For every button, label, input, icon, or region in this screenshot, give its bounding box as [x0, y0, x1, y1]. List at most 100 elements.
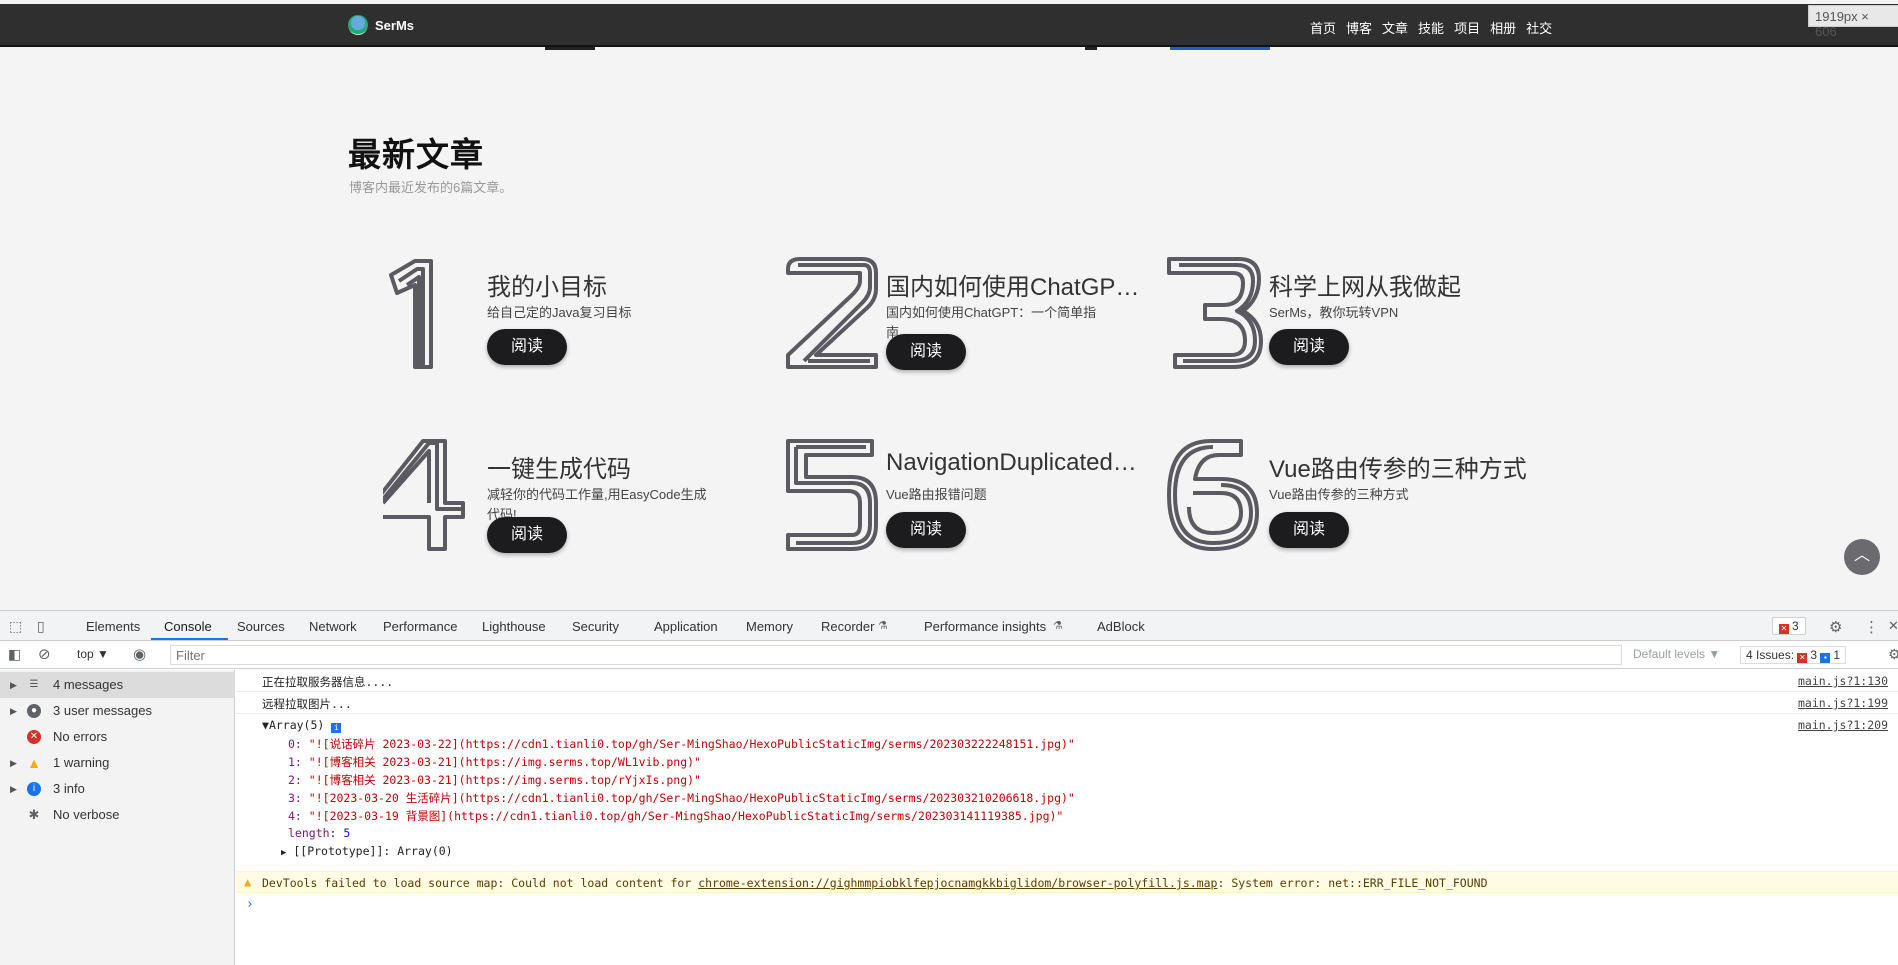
sidebar-item-label: 3 user messages — [53, 703, 152, 718]
source-link[interactable]: main.js?1:199 — [1798, 696, 1888, 710]
issues-info-count: 1 — [1833, 648, 1841, 662]
filter-input[interactable] — [170, 645, 1622, 665]
article-desc: Vue路由报错问题 — [886, 487, 987, 502]
section-title: 最新文章 — [348, 136, 484, 173]
nav-item-skills[interactable]: 技能 — [1414, 18, 1448, 37]
message-icon: ▪ — [1820, 653, 1831, 663]
tab-recorder[interactable]: Recorder — [821, 619, 874, 634]
avatar — [348, 15, 368, 35]
source-link[interactable]: main.js?1:209 — [1798, 718, 1888, 732]
gear-icon[interactable]: ⚙ — [1829, 618, 1842, 636]
context-select[interactable]: top ▼ — [77, 647, 109, 661]
read-button[interactable]: 阅读 — [1269, 329, 1349, 365]
console-line: 正在拉取服务器信息.... main.js?1:130 — [236, 670, 1898, 692]
read-button[interactable]: 阅读 — [487, 329, 567, 365]
eye-icon[interactable]: ◉ — [133, 645, 146, 663]
sidebar-item-label: No verbose — [53, 807, 120, 822]
article-card: 一键生成代码 减轻你的代码工作量,用EasyCode生成代码! 阅读 — [383, 437, 763, 567]
info-icon: i — [27, 782, 41, 796]
prototype-toggle[interactable]: ▶ [[Prototype]]: Array(0) — [281, 844, 453, 858]
array-item: 1: "![博客相关 2023-03-21](https://img.serms… — [288, 754, 701, 770]
close-icon[interactable]: ✕ — [1888, 618, 1898, 634]
tab-performance-insights[interactable]: Performance insights — [924, 619, 1046, 634]
sidebar-item-user-messages[interactable]: ▶ ● 3 user messages — [0, 698, 235, 724]
length-value: 5 — [343, 826, 351, 840]
array-header: Array(5) — [268, 718, 325, 732]
issues-badge[interactable]: 4 Issues: ✕ 3 ▪ 1 — [1740, 646, 1847, 664]
tab-sources[interactable]: Sources — [237, 619, 285, 634]
info-icon: i — [331, 723, 342, 733]
array-toggle[interactable]: ▼Array(5) i — [262, 718, 344, 733]
article-title[interactable]: 国内如何使用ChatGP… — [886, 267, 1146, 302]
sidebar-item-info[interactable]: ▶ i 3 info — [0, 776, 235, 802]
inspect-element-icon[interactable]: ⬚ — [9, 618, 22, 635]
flask-icon: ⚗ — [1053, 620, 1063, 632]
log-levels-select[interactable]: Default levels ▼ — [1633, 647, 1720, 661]
array-index: 2: — [288, 773, 302, 787]
article-card: 我的小目标 给自己定的Java复习目标 阅读 — [383, 255, 763, 385]
array-value: "![博客相关 2023-03-21](https://img.serms.to… — [308, 755, 701, 769]
nav-item-home[interactable]: 首页 — [1306, 18, 1340, 37]
caret-right-icon: ▶ — [10, 784, 17, 794]
warning-icon: ▲ — [27, 755, 41, 771]
article-title[interactable]: NavigationDuplicated… — [886, 449, 1146, 477]
console-message: 远程拉取图片... — [262, 697, 352, 711]
read-button[interactable]: 阅读 — [1269, 512, 1349, 548]
sidebar-item-verbose[interactable]: ✱ No verbose — [0, 802, 235, 828]
tab-elements[interactable]: Elements — [86, 619, 140, 634]
error-count-badge[interactable]: ✕ 3 — [1772, 617, 1806, 635]
article-title[interactable]: 我的小目标 — [487, 267, 747, 302]
console-prompt-icon[interactable]: › — [246, 897, 254, 912]
tab-console[interactable]: Console — [164, 619, 212, 634]
gear-icon[interactable]: ⚙ — [1888, 646, 1898, 663]
nav-item-album[interactable]: 相册 — [1486, 18, 1520, 37]
sidebar-item-errors[interactable]: ✕ No errors — [0, 724, 235, 750]
article-title[interactable]: 一键生成代码 — [487, 449, 747, 484]
dropdown-icon: ▼ — [97, 647, 109, 661]
nav-item-social[interactable]: 社交 — [1522, 18, 1556, 37]
article-desc: SerMs，教你玩转VPN — [1269, 305, 1399, 320]
tab-performance[interactable]: Performance — [383, 619, 457, 634]
banner-fragment — [545, 47, 595, 50]
warning-link[interactable]: chrome-extension://gighmmpiobklfepjocnam… — [698, 876, 1217, 890]
sidebar-item-messages[interactable]: ▶ ☰ 4 messages — [0, 672, 235, 698]
array-value: "![2023-03-20 生活碎片](https://cdn1.tianli0… — [308, 791, 1075, 805]
tab-security[interactable]: Security — [572, 619, 619, 634]
array-item: 2: "![博客相关 2023-03-21](https://img.serms… — [288, 772, 701, 788]
source-link[interactable]: main.js?1:130 — [1798, 674, 1888, 688]
brand[interactable]: SerMs — [348, 15, 414, 35]
read-button[interactable]: 阅读 — [886, 512, 966, 548]
scroll-to-top-button[interactable]: ︿ — [1844, 539, 1880, 575]
banner-fragment — [1170, 47, 1270, 50]
warning-icon: ▲ — [244, 875, 252, 889]
list-icon: ☰ — [29, 679, 39, 690]
tab-memory[interactable]: Memory — [746, 619, 793, 634]
tab-adblock[interactable]: AdBlock — [1097, 619, 1145, 634]
active-tab-indicator — [151, 638, 228, 640]
sidebar-item-warnings[interactable]: ▶ ▲ 1 warning — [0, 750, 235, 776]
article-card: 国内如何使用ChatGP… 国内如何使用ChatGPT：一个简单指南 阅读 — [782, 255, 1162, 385]
article-title[interactable]: Vue路由传参的三种方式 — [1269, 449, 1529, 484]
tab-application[interactable]: Application — [654, 619, 718, 634]
nav-item-projects[interactable]: 项目 — [1450, 18, 1484, 37]
read-button[interactable]: 阅读 — [487, 517, 567, 553]
array-value: "![说话碎片 2023-03-22](https://cdn1.tianli0… — [308, 737, 1075, 751]
tab-lighthouse[interactable]: Lighthouse — [482, 619, 546, 634]
article-desc: 给自己定的Java复习目标 — [487, 305, 632, 320]
tab-network[interactable]: Network — [309, 619, 357, 634]
sidebar-item-label: 4 messages — [53, 677, 124, 692]
user-icon: ● — [27, 704, 41, 718]
article-title[interactable]: 科学上网从我做起 — [1269, 267, 1529, 302]
banner-fragment — [1085, 47, 1097, 50]
number-1-icon — [389, 259, 433, 369]
nav-item-blog[interactable]: 博客 — [1342, 18, 1376, 37]
device-toolbar-icon[interactable]: ▯ — [37, 618, 45, 635]
sidebar-toggle-icon[interactable]: ◧ — [8, 646, 21, 663]
read-button[interactable]: 阅读 — [886, 334, 966, 370]
kebab-menu-icon[interactable]: ⋮ — [1864, 618, 1879, 636]
clear-console-icon[interactable]: ⊘ — [38, 645, 51, 663]
console-line: 远程拉取图片... main.js?1:199 — [236, 692, 1898, 714]
array-index: 3: — [288, 791, 302, 805]
nav-item-articles[interactable]: 文章 — [1378, 18, 1412, 37]
error-icon: ✕ — [1779, 624, 1789, 634]
